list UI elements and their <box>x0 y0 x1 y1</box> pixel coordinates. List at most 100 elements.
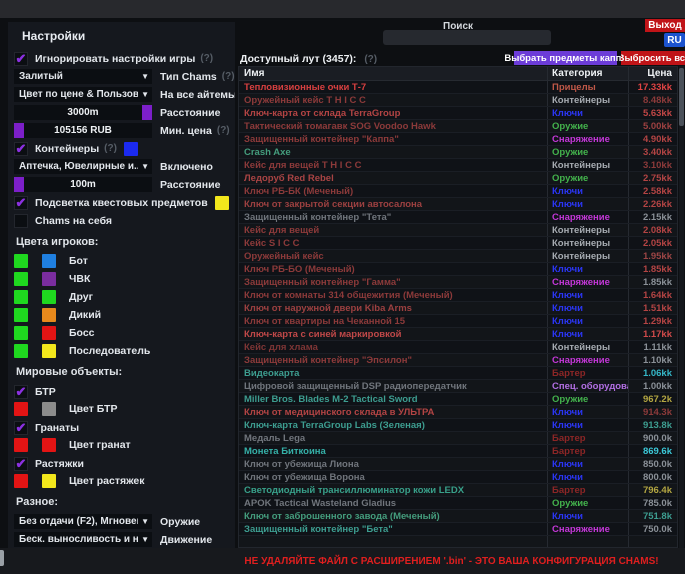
distance-slider[interactable]: 3000m <box>14 105 152 120</box>
table-row[interactable]: Медаль LegaБартер900.0k <box>239 432 677 445</box>
quest-items-checkbox[interactable]: ✔ <box>14 196 28 210</box>
table-row[interactable]: Ключ-карта TerraGroup Labs (Зеленая)Ключ… <box>239 419 677 432</box>
player-color-swatch-2[interactable] <box>42 344 56 358</box>
containers-color-swatch[interactable] <box>124 142 138 156</box>
help-icon[interactable]: (?) <box>200 53 213 64</box>
table-row[interactable]: Crash AxeОружие3.40kk <box>239 146 677 159</box>
player-color-swatch-1[interactable] <box>14 290 28 304</box>
table-row[interactable]: Защищенный контейнер "Тета"Снаряжение2.1… <box>239 211 677 224</box>
world-color-swatch-2[interactable] <box>42 438 56 452</box>
chams-self-checkbox[interactable]: ✔ <box>14 214 28 228</box>
world-checkbox[interactable]: ✔ <box>14 457 28 471</box>
table-row[interactable]: Монета БиткоинаБартер869.6k <box>239 445 677 458</box>
ignore-game-settings-checkbox[interactable]: ✔ <box>14 52 28 66</box>
table-row[interactable]: Ключ от убежища ЛионаКлючи850.0k <box>239 458 677 471</box>
item-name-cell: Ключ от убежища Лиона <box>239 458 548 470</box>
table-row[interactable]: Защищенный контейнер "Гамма"Снаряжение1.… <box>239 276 677 289</box>
table-row[interactable]: ВидеокартаБартер1.06kk <box>239 367 677 380</box>
table-row[interactable]: Кейс для хламаКонтейнеры1.11kk <box>239 341 677 354</box>
slider-handle[interactable] <box>142 105 152 120</box>
table-row[interactable]: Кейс для вещейКонтейнеры2.08kk <box>239 224 677 237</box>
table-row[interactable]: Ключ РБ-БК (Меченый)Ключи2.58kk <box>239 185 677 198</box>
table-row[interactable]: Ледоруб Red RebelОружие2.75kk <box>239 172 677 185</box>
table-row[interactable]: Ключ от квартиры на Чеканной 15Ключи1.29… <box>239 315 677 328</box>
table-row[interactable]: Оружейный кейс T H I C CКонтейнеры8.48kk <box>239 94 677 107</box>
player-color-swatch-2[interactable] <box>42 326 56 340</box>
slider-handle[interactable] <box>14 177 24 192</box>
table-row[interactable]: Miller Bros. Blades M-2 Tactical SwordОр… <box>239 393 677 406</box>
table-row[interactable]: Ключ от закрытой секции автосалонаКлючи2… <box>239 198 677 211</box>
quest-items-color-swatch[interactable] <box>215 196 229 210</box>
player-color-swatch-1[interactable] <box>14 254 28 268</box>
search-input[interactable] <box>383 30 551 45</box>
player-color-swatch-2[interactable] <box>42 272 56 286</box>
all-items-mode-dropdown[interactable]: Цвет по цене & Пользователь ▼ <box>14 87 152 102</box>
item-category-cell: Бартер <box>548 484 629 496</box>
table-row[interactable]: Светодиодный трансиллюминатор кожи LEDXБ… <box>239 484 677 497</box>
discard-all-button[interactable]: Выбросить все <box>621 51 685 65</box>
help-icon[interactable]: (?) <box>364 54 377 65</box>
column-header-category[interactable]: Категория <box>548 67 629 80</box>
table-row[interactable]: Ключ от убежища ВоронаКлючи800.0k <box>239 471 677 484</box>
scrollbar-thumb[interactable] <box>679 68 684 126</box>
table-row[interactable]: Ключ РБ-БО (Меченый)Ключи1.85kk <box>239 263 677 276</box>
help-icon[interactable]: (?) <box>217 125 230 136</box>
table-row[interactable]: Ключ-карта от склада TerraGroupКлючи5.63… <box>239 107 677 120</box>
item-category-cell: Ключи <box>548 471 629 483</box>
select-kappa-items-button[interactable]: Выбрать предметы каппа <box>514 51 617 65</box>
table-scrollbar[interactable] <box>679 66 684 548</box>
table-row[interactable]: Кейс S I C CКонтейнеры2.05kk <box>239 237 677 250</box>
table-row[interactable]: Оружейный кейсКонтейнеры1.95kk <box>239 250 677 263</box>
item-name-cell: Ключ от наружной двери Kiba Arms <box>239 302 548 314</box>
chams-type-dropdown[interactable]: Залитый ▼ <box>14 69 152 84</box>
table-row[interactable]: Кейс для вещей T H I C CКонтейнеры3.10kk <box>239 159 677 172</box>
min-price-slider[interactable]: 105156 RUB <box>14 123 152 138</box>
slider-handle[interactable] <box>14 123 24 138</box>
containers-checkbox[interactable]: ✔ <box>14 142 28 156</box>
table-row[interactable]: Цифровой защищенный DSP радиопередатчикС… <box>239 380 677 393</box>
world-color-row: Цвет БТР <box>14 402 229 416</box>
item-category-cell: Контейнеры <box>548 237 629 249</box>
corner-handle[interactable] <box>0 550 4 566</box>
table-row[interactable]: Ключ-карта с синей маркировкойКлючи1.17k… <box>239 328 677 341</box>
language-button[interactable]: RU <box>664 33 685 47</box>
item-category-cell: Снаряжение <box>548 133 629 145</box>
table-row[interactable]: Защищенный контейнер "Эпсилон"Снаряжение… <box>239 354 677 367</box>
item-name-cell: Ключ-карта TerraGroup Labs (Зеленая) <box>239 419 548 431</box>
misc-dropdown-row: Без отдачи (F2), Мгновенное п▼Оружие <box>14 514 229 529</box>
world-color-swatch-2[interactable] <box>42 474 56 488</box>
help-icon[interactable]: (?) <box>222 71 235 82</box>
table-row[interactable] <box>239 536 677 548</box>
table-row[interactable]: Защищенный контейнер "Каппа"Снаряжение4.… <box>239 133 677 146</box>
item-price-cell: 1.64kk <box>629 290 677 301</box>
world-color-swatch-1[interactable] <box>14 402 28 416</box>
world-color-swatch-1[interactable] <box>14 474 28 488</box>
table-row[interactable]: APOK Tactical Wasteland GladiusОружие785… <box>239 497 677 510</box>
table-row[interactable]: Ключ от медицинского склада в УЛЬТРАКлюч… <box>239 406 677 419</box>
misc-dropdown[interactable]: Без отдачи (F2), Мгновенное п▼ <box>14 514 152 529</box>
world-checkbox[interactable]: ✔ <box>14 385 28 399</box>
table-row[interactable]: Ключ от комнаты 314 общежития (Меченый)К… <box>239 289 677 302</box>
filter-distance-slider[interactable]: 100m <box>14 177 152 192</box>
column-header-price[interactable]: Цена <box>629 68 677 79</box>
player-color-swatch-2[interactable] <box>42 290 56 304</box>
table-row[interactable]: Тепловизионные очки Т-7Прицелы17.33kk <box>239 81 677 94</box>
player-color-swatch-1[interactable] <box>14 272 28 286</box>
item-filter-dropdown[interactable]: Аптечка, Ювелирные и... ▼ <box>14 159 152 174</box>
misc-dropdown[interactable]: Беск. выносливость и нет уста▼ <box>14 532 152 547</box>
player-color-swatch-2[interactable] <box>42 254 56 268</box>
table-row[interactable]: Защищенный контейнер "Бета"Снаряжение750… <box>239 523 677 536</box>
help-icon[interactable]: (?) <box>104 143 117 154</box>
player-color-swatch-1[interactable] <box>14 308 28 322</box>
exit-button[interactable]: Выход <box>645 19 685 32</box>
world-color-swatch-1[interactable] <box>14 438 28 452</box>
table-row[interactable]: Ключ от заброшенного завода (Меченый)Клю… <box>239 510 677 523</box>
column-header-name[interactable]: Имя <box>239 67 548 80</box>
player-color-swatch-1[interactable] <box>14 344 28 358</box>
table-row[interactable]: Тактический томагавк SOG Voodoo HawkОруж… <box>239 120 677 133</box>
player-color-swatch-1[interactable] <box>14 326 28 340</box>
table-row[interactable]: Ключ от наружной двери Kiba ArmsКлючи1.5… <box>239 302 677 315</box>
player-color-swatch-2[interactable] <box>42 308 56 322</box>
world-checkbox[interactable]: ✔ <box>14 421 28 435</box>
world-color-swatch-2[interactable] <box>42 402 56 416</box>
